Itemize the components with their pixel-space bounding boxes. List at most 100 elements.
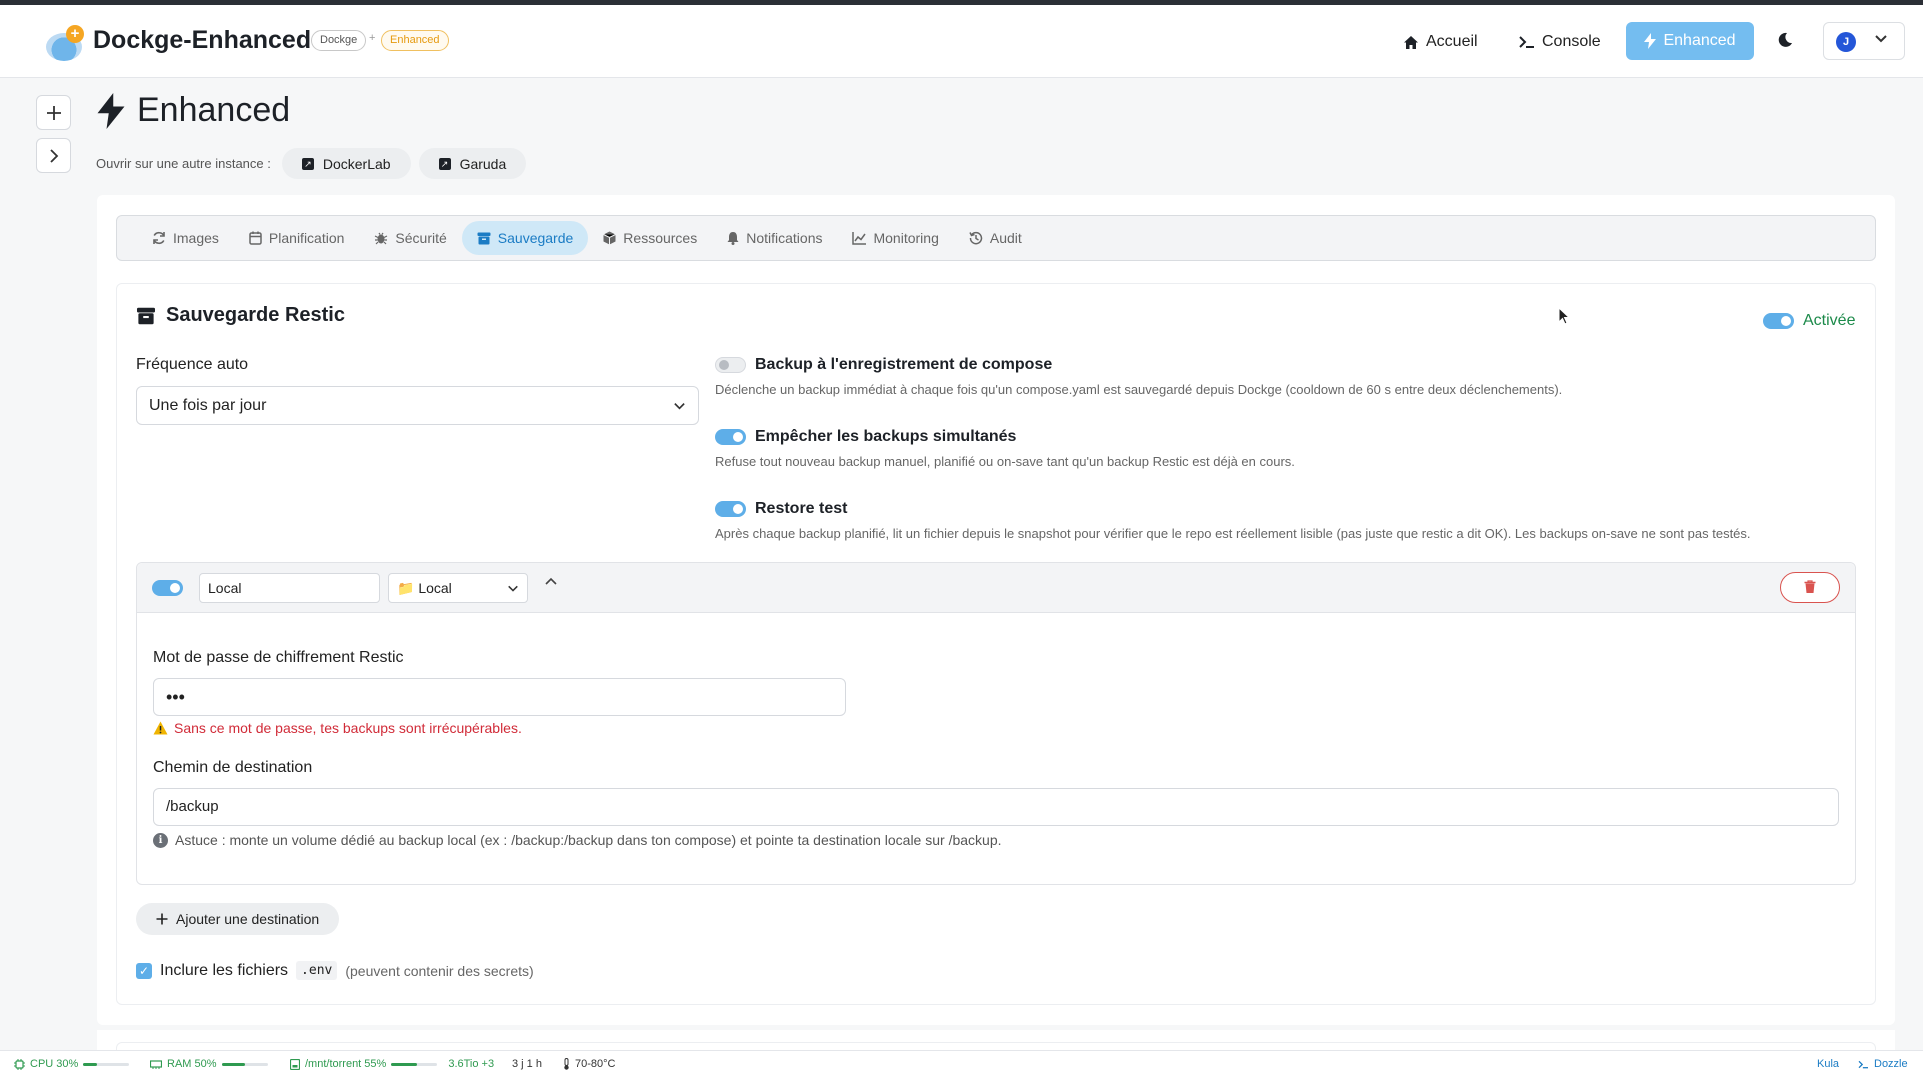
chart-line-icon <box>852 231 867 245</box>
thermometer-icon <box>564 1058 569 1070</box>
cpu-status[interactable]: CPU 30% <box>14 1058 130 1070</box>
chevron-up-icon <box>545 577 557 585</box>
option-title: Empêcher les backups simultanés <box>755 428 1017 445</box>
include-env-checkbox[interactable]: ✓ <box>136 962 152 979</box>
app-logo[interactable]: + <box>44 25 86 63</box>
dozzle-link-text: Dozzle <box>1874 1058 1908 1070</box>
instance-button-garuda[interactable]: ↗ Garuda <box>418 148 527 179</box>
add-destination-button[interactable]: Ajouter une destination <box>136 903 340 935</box>
plus-icon <box>156 913 168 925</box>
tab-planification[interactable]: Planification <box>234 221 360 255</box>
plus-icon <box>46 106 61 120</box>
password-warning: Sans ce mot de passe, tes backups sont i… <box>153 720 522 736</box>
tab-label: Notifications <box>746 230 823 246</box>
disk-bar-fill <box>391 1062 417 1066</box>
nav-enhanced-button[interactable]: Enhanced <box>1626 22 1754 60</box>
include-env-note: (peuvent contenir des secrets) <box>345 962 534 979</box>
cpu-bar <box>83 1062 130 1066</box>
tab-notifications[interactable]: Notifications <box>712 221 837 255</box>
destination-enabled-toggle[interactable] <box>152 580 183 596</box>
toggle-switch[interactable] <box>715 357 746 373</box>
dozzle-link[interactable]: Dozzle <box>1858 1058 1908 1070</box>
section-title: Sauvegarde Restic <box>136 304 345 327</box>
external-link-icon: ↗ <box>438 157 451 170</box>
frequency-label: Fréquence auto <box>136 356 249 373</box>
tab-audit[interactable]: Audit <box>954 221 1037 255</box>
tab-securite[interactable]: Sécurité <box>359 221 461 255</box>
app-brand[interactable]: Dockge-Enhanced <box>93 26 311 55</box>
external-link-icon: ↗ <box>301 157 314 170</box>
collapse-destination-button[interactable] <box>544 575 558 594</box>
bell-icon <box>727 232 739 245</box>
theme-toggle-button[interactable] <box>1777 32 1793 53</box>
bolt-icon <box>97 92 125 129</box>
expand-sidebar-button[interactable] <box>36 138 71 173</box>
tab-label: Images <box>173 230 219 246</box>
tab-images[interactable]: Images <box>137 221 234 255</box>
disk-extra: 3.6Tio +3 <box>448 1058 495 1070</box>
user-menu-button[interactable]: J <box>1823 22 1905 60</box>
env-code: .env <box>296 961 338 980</box>
nav-home-label: Accueil <box>1426 33 1478 50</box>
path-input[interactable]: /backup <box>153 788 1839 826</box>
option-backup-on-save: Backup à l'enregistrement de compose Déc… <box>715 356 1562 397</box>
tag-plus: + <box>369 32 376 44</box>
archive-icon <box>137 307 155 324</box>
destination-type-value: 📁 Local <box>397 579 452 596</box>
page-title: Enhanced <box>97 91 290 130</box>
disk-bar <box>391 1062 438 1066</box>
other-instances: Ouvrir sur une autre instance : ↗ Docker… <box>96 148 527 179</box>
tag-dockge: Dockge <box>311 30 367 51</box>
tab-monitoring[interactable]: Monitoring <box>837 221 953 255</box>
tab-ressources[interactable]: Ressources <box>588 221 712 255</box>
delete-destination-button[interactable] <box>1780 572 1840 603</box>
nav-enhanced-label: Enhanced <box>1663 32 1736 49</box>
kula-link[interactable]: Kula <box>1817 1058 1839 1070</box>
instance-button-dockerlab[interactable]: ↗ DockerLab <box>281 148 411 179</box>
tab-label: Planification <box>268 230 345 246</box>
frequency-select[interactable]: Une fois par jour <box>136 386 699 425</box>
kula-link-text: Kula <box>1817 1058 1840 1070</box>
instance-label: DockerLab <box>322 155 391 172</box>
tab-sauvegarde[interactable]: Sauvegarde <box>461 221 589 255</box>
nav-home-link[interactable]: Accueil <box>1403 33 1478 51</box>
home-icon <box>1404 35 1418 49</box>
ram-text: RAM 50% <box>167 1058 217 1070</box>
temperature-text: 70-80°C <box>575 1058 616 1070</box>
path-hint-text: Astuce : monte un volume dédié au backup… <box>175 832 1002 848</box>
destination-name-input[interactable]: Local <box>199 573 380 603</box>
add-destination-label: Ajouter une destination <box>176 911 320 927</box>
backup-enabled-toggle[interactable]: Activée <box>1763 312 1855 330</box>
bolt-icon <box>1644 33 1657 49</box>
plus-badge-icon: + <box>66 25 84 43</box>
option-description: Refuse tout nouveau backup manuel, plani… <box>715 454 1295 469</box>
instance-label: Garuda <box>459 155 507 172</box>
cpu-icon <box>14 1058 25 1070</box>
top-navbar: + Dockge-Enhanced Dockge + Enhanced Accu… <box>0 5 1923 78</box>
ram-status[interactable]: RAM 50% <box>150 1058 268 1070</box>
password-input[interactable]: ••• <box>153 678 846 716</box>
tab-label: Monitoring <box>873 230 939 246</box>
info-icon: i <box>153 832 168 848</box>
disk-status[interactable]: /mnt/torrent 55% 3.6Tio +3 <box>290 1058 494 1070</box>
archive-icon <box>477 232 491 244</box>
nav-console-link[interactable]: Console <box>1519 33 1601 51</box>
add-stack-button[interactable] <box>36 95 71 130</box>
chevron-down-icon <box>1874 31 1888 48</box>
option-description: Déclenche un backup immédiat à chaque fo… <box>715 382 1563 397</box>
enabled-label: Activée <box>1803 312 1856 329</box>
destination-type-select[interactable]: 📁 Local <box>388 573 528 603</box>
option-restore-test: Restore test Après chaque backup planifi… <box>715 500 1751 541</box>
path-label: Chemin de destination <box>153 759 313 776</box>
moon-icon <box>1778 32 1792 47</box>
include-env-row: ✓ Inclure les fichiers .env (peuvent con… <box>136 961 534 980</box>
toggle-switch[interactable] <box>715 429 746 445</box>
avatar: J <box>1836 32 1856 52</box>
chevron-down-icon <box>508 585 518 592</box>
toggle-switch[interactable] <box>715 501 746 517</box>
nav-console-label: Console <box>1542 33 1601 50</box>
next-panel-edge <box>97 1030 1895 1062</box>
page-title-text: Enhanced <box>137 91 291 129</box>
tag-enhanced: Enhanced <box>381 30 449 51</box>
toggle-switch[interactable] <box>1763 313 1794 329</box>
